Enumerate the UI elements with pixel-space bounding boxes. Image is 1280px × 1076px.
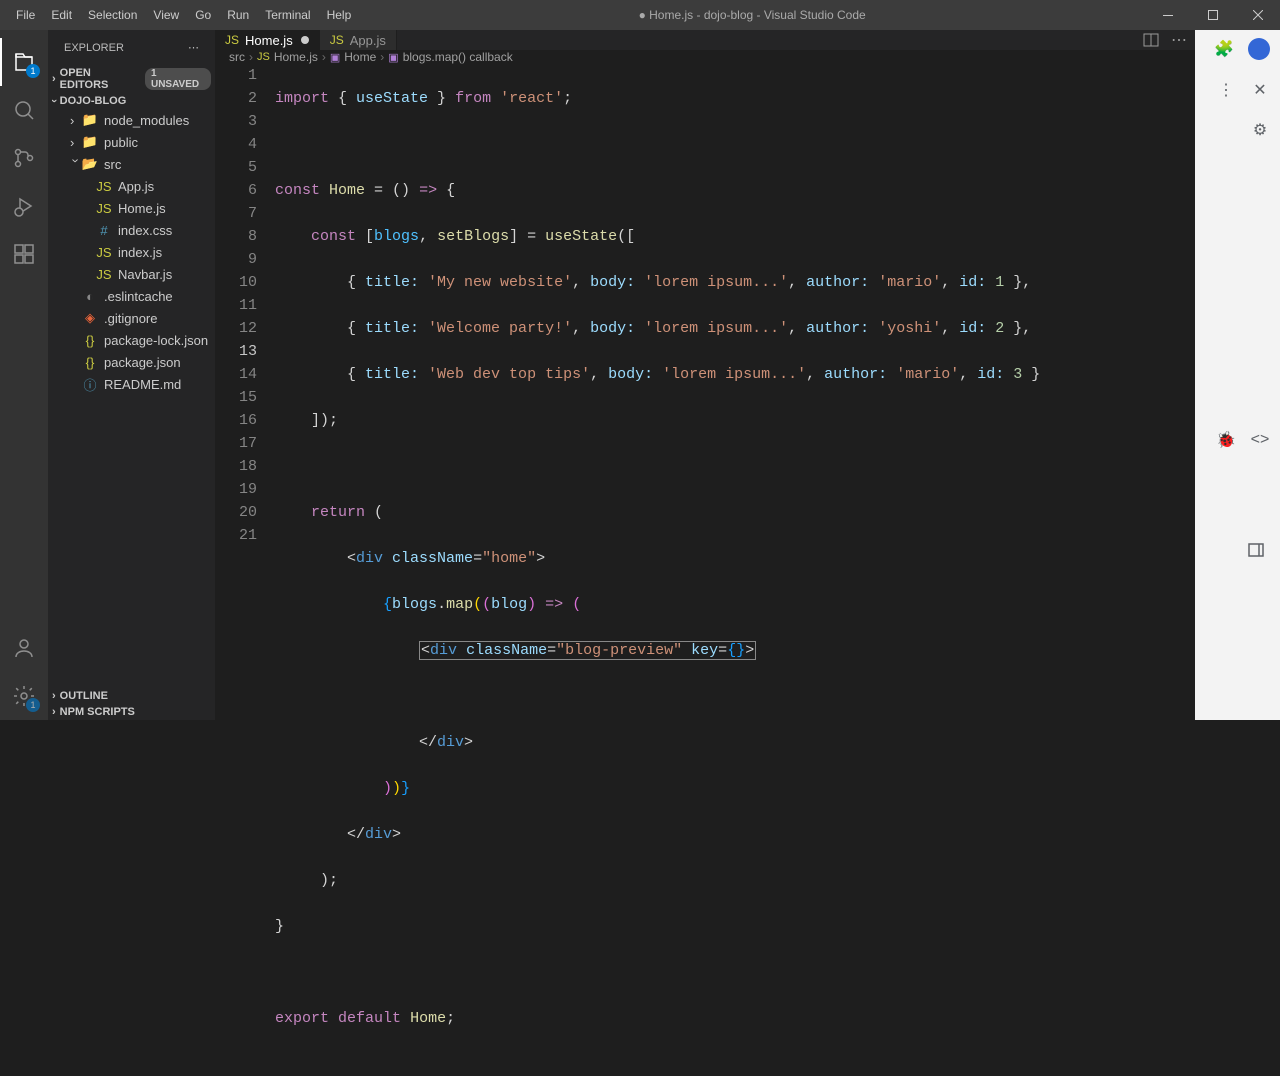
gear-icon[interactable]: ⚙ [1250,120,1270,140]
maximize-button[interactable] [1190,0,1235,30]
file-home-js[interactable]: JSHome.js [48,197,215,219]
file-app-js[interactable]: JSApp.js [48,175,215,197]
menu-edit[interactable]: Edit [43,0,80,30]
chevron-down-icon: › [48,99,60,103]
close-button[interactable] [1235,0,1280,30]
avatar-icon[interactable] [1248,38,1270,60]
file-readme[interactable]: ⓘREADME.md [48,373,215,395]
code-editor[interactable]: 123456789101112131415161718192021 import… [215,64,1195,1076]
bug-icon[interactable]: 🐞 [1216,430,1236,450]
titlebar: File Edit Selection View Go Run Terminal… [0,0,1280,30]
explorer-badge: 1 [26,64,40,78]
more-icon[interactable]: ⋮ [1216,80,1236,100]
close-icon[interactable]: ✕ [1250,80,1270,100]
editor-area: JSHome.js JSApp.js ⋯ src › JSHome.js › ▣… [215,30,1195,720]
account-icon[interactable] [0,624,48,672]
sidebar: EXPLORER ⋯ › OPEN EDITORS 1 UNSAVED › DO… [48,30,215,720]
source-control-icon[interactable] [0,134,48,182]
tab-app-js[interactable]: JSApp.js [320,30,397,50]
minimize-button[interactable] [1145,0,1190,30]
folder-src[interactable]: ›📂src [48,153,215,175]
chevron-right-icon: › [322,50,326,64]
tab-home-js[interactable]: JSHome.js [215,30,320,50]
file-index-js[interactable]: JSindex.js [48,241,215,263]
file-tree: ›📁node_modules ›📁public ›📂src JSApp.js J… [48,109,215,395]
activity-bar: 1 1 [0,30,48,720]
debug-icon[interactable] [0,182,48,230]
more-icon[interactable]: ⋯ [188,41,199,54]
menu-help[interactable]: Help [319,0,360,30]
menu-run[interactable]: Run [219,0,257,30]
file-package-json[interactable]: {}package.json [48,351,215,373]
js-icon: JS [225,33,239,47]
code-content[interactable]: import { useState } from 'react'; const … [275,64,1195,1076]
crumb-callback: ▣blogs.map() callback [388,50,512,64]
menu-selection[interactable]: Selection [80,0,145,30]
menu-go[interactable]: Go [187,0,219,30]
dirty-indicator-icon [301,36,309,44]
dock-icon[interactable] [1246,540,1266,560]
file-eslintcache[interactable]: ◐.eslintcache [48,285,215,307]
file-gitignore[interactable]: ◈.gitignore [48,307,215,329]
split-editor-icon[interactable] [1143,32,1159,48]
more-actions-icon[interactable]: ⋯ [1171,30,1187,50]
chevron-right-icon: › [380,50,384,64]
file-navbar-js[interactable]: JSNavbar.js [48,263,215,285]
open-editors-section[interactable]: › OPEN EDITORS 1 UNSAVED [48,65,215,93]
menu-file[interactable]: File [8,0,43,30]
crumb-src: src [229,50,245,64]
crumb-home-js: JSHome.js [257,50,318,64]
window-title: ● Home.js - dojo-blog - Visual Studio Co… [359,8,1145,22]
folder-public[interactable]: ›📁public [48,131,215,153]
unsaved-badge: 1 UNSAVED [145,68,211,90]
explorer-icon[interactable]: 1 [0,38,48,86]
menu-view[interactable]: View [145,0,187,30]
tab-bar: JSHome.js JSApp.js ⋯ [215,30,1195,50]
extensions-icon[interactable] [0,230,48,278]
menu-terminal[interactable]: Terminal [257,0,318,30]
chevron-right-icon: › [52,73,56,85]
right-panel: 🧩 ⋮ ✕ ⚙ 🐞 <> [1195,30,1280,720]
settings-icon[interactable]: 1 [0,672,48,720]
breadcrumbs[interactable]: src › JSHome.js › ▣Home › ▣blogs.map() c… [215,50,1195,64]
file-package-lock[interactable]: {}package-lock.json [48,329,215,351]
menu-bar: File Edit Selection View Go Run Terminal… [0,0,359,30]
file-index-css[interactable]: #index.css [48,219,215,241]
js-icon: JS [330,33,344,47]
folder-node-modules[interactable]: ›📁node_modules [48,109,215,131]
window-controls [1145,0,1280,30]
extension-icon[interactable]: 🧩 [1214,39,1234,59]
project-section[interactable]: › DOJO-BLOG [48,93,215,109]
sidebar-title: EXPLORER ⋯ [48,30,215,65]
crumb-home-fn: ▣Home [330,50,376,64]
npm-scripts-section[interactable]: ›NPM SCRIPTS [48,704,215,720]
settings-badge: 1 [26,698,40,712]
code-icon[interactable]: <> [1250,430,1270,450]
line-numbers: 123456789101112131415161718192021 [215,64,275,1076]
search-icon[interactable] [0,86,48,134]
chevron-right-icon: › [249,50,253,64]
outline-section[interactable]: ›OUTLINE [48,688,215,704]
